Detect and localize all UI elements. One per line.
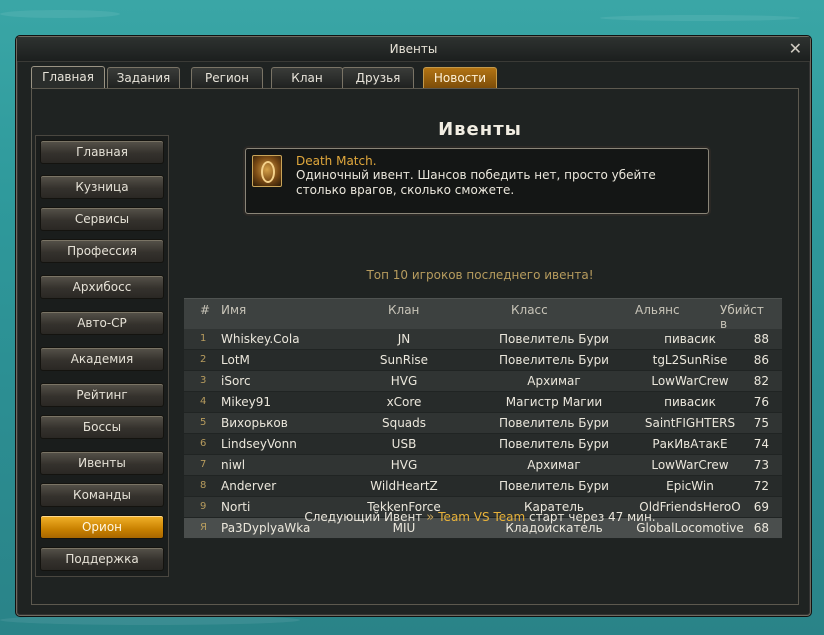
leaderboard-title: Топ 10 игроков последнего ивента! (366, 268, 594, 282)
page-title: Ивенты (438, 119, 522, 140)
cell-name: Anderver (221, 479, 277, 493)
sidebar-item-main[interactable]: Главная (40, 140, 164, 164)
sidebar-item-teams[interactable]: Команды (40, 483, 164, 507)
cell-rank: 4 (200, 396, 207, 407)
sidebar-item-support[interactable]: Поддержка (40, 547, 164, 571)
sidebar-item-profession[interactable]: Профессия (40, 239, 164, 263)
sidebar-item-events[interactable]: Ивенты (40, 451, 164, 475)
header-kills: Убийств (720, 303, 764, 331)
sidebar-item-rating[interactable]: Рейтинг (40, 383, 164, 407)
cell-name: Вихорьков (221, 416, 288, 430)
next-event-name: Team VS Team (438, 510, 526, 524)
cell-name: Mikey91 (221, 395, 271, 409)
content-panel: Главная Кузница Сервисы Профессия Архибо… (31, 88, 799, 605)
sidebar-item-bosses[interactable]: Боссы (40, 415, 164, 439)
sidebar-item-academy[interactable]: Академия (40, 347, 164, 371)
cell-rank: 6 (200, 438, 207, 449)
next-event-time: старт через 47 мин. (528, 510, 656, 524)
table-row[interactable]: 6 LindseyVonn USB Повелитель Бури РакИвАтакЕ… (184, 434, 782, 455)
water-highlight (0, 10, 120, 18)
sidebar-item-forge[interactable]: Кузница (40, 175, 164, 199)
table-row[interactable]: 2 LotM SunRise Повелитель Бури tgL2SunRise 86 (184, 350, 782, 371)
tab-quests[interactable]: Задания (107, 67, 180, 88)
table-body: 1 Whiskey.Cola JN Повелитель Бури пивасик 88 2… (184, 329, 782, 539)
cell-kills: 73 (753, 458, 769, 472)
header-clan: Клан (388, 303, 420, 317)
cell-kills: 88 (753, 332, 769, 346)
cell-name: LindseyVonn (221, 437, 297, 451)
sidebar-item-services[interactable]: Сервисы (40, 207, 164, 231)
header-alliance: Альянс (635, 303, 680, 317)
cell-clan: Squads (381, 416, 427, 430)
cell-clan: JN (397, 332, 411, 346)
cell-rank: 1 (200, 333, 207, 344)
sidebar-item-orion[interactable]: Орион (40, 515, 164, 539)
event-emblem-icon (252, 155, 282, 187)
cell-clan: SunRise (379, 353, 429, 367)
tab-main[interactable]: Главная (31, 66, 105, 89)
close-icon[interactable]: ✕ (789, 39, 802, 58)
cell-rank: 8 (200, 480, 207, 491)
header-rank: # (200, 303, 211, 317)
table-header: # Имя Клан Класс Альянс Убийств (184, 298, 782, 331)
window-title: Ивенты (389, 42, 438, 56)
double-chevron-icon: » (426, 510, 435, 525)
cell-kills: 72 (753, 479, 769, 493)
leaderboard-table: # Имя Клан Класс Альянс Убийств 1 Whiskey… (184, 298, 782, 539)
cell-rank: 7 (200, 459, 207, 470)
cell-name: iSorc (221, 374, 251, 388)
tab-friends[interactable]: Друзья (342, 67, 414, 88)
sidebar-item-archboss[interactable]: Архибосс (40, 275, 164, 299)
cell-kills: 75 (753, 416, 769, 430)
cell-kills: 82 (753, 374, 769, 388)
cell-rank: 5 (200, 417, 207, 428)
cell-name: niwl (221, 458, 246, 472)
table-row[interactable]: 5 Вихорьков Squads Повелитель Бури SaintFIGH… (184, 413, 782, 434)
cell-clan: USB (391, 437, 417, 451)
cell-clan: WildHeartZ (370, 479, 438, 493)
tab-news[interactable]: Новости (423, 67, 497, 88)
water-highlight (0, 615, 300, 625)
events-window: Ивенты ✕ Главная Задания Регион Клан Дру… (16, 36, 811, 616)
table-row[interactable]: 3 iSorc HVG Архимаг LowWarCrew 82 (184, 371, 782, 392)
event-info-box: Death Match. Одиночный ивент. Шансов поб… (245, 148, 709, 214)
next-event-label: Следующий Ивент (304, 510, 423, 524)
table-row[interactable]: 1 Whiskey.Cola JN Повелитель Бури пивасик 88 (184, 329, 782, 350)
table-row[interactable]: 8 Anderver WildHeartZ Повелитель Бури EpicWi… (184, 476, 782, 497)
cell-clan: xCore (386, 395, 422, 409)
event-name: Death Match. (296, 154, 377, 168)
cell-rank: 3 (200, 375, 207, 386)
next-event: Следующий Ивент» Team VS Team старт через… (182, 510, 778, 525)
window-titlebar[interactable]: Ивенты ✕ (17, 37, 810, 62)
cell-kills: 76 (753, 395, 769, 409)
cell-clan: HVG (390, 374, 418, 388)
header-name: Имя (221, 303, 247, 317)
water-highlight (600, 15, 800, 21)
tab-region[interactable]: Регион (191, 67, 263, 88)
sidebar-item-auto-cp[interactable]: Авто-СР (40, 311, 164, 335)
cell-kills: 86 (753, 353, 769, 367)
sidebar: Главная Кузница Сервисы Профессия Архибо… (35, 135, 169, 577)
cell-kills: 74 (753, 437, 769, 451)
cell-name: LotM (221, 353, 250, 367)
event-description: Одиночный ивент. Шансов победить нет, пр… (296, 168, 656, 197)
header-class: Класс (511, 303, 548, 317)
table-row[interactable]: 4 Mikey91 xCore Магистр Магии пивасик 76 (184, 392, 782, 413)
table-row[interactable]: 7 niwl HVG Архимаг LowWarCrew 73 (184, 455, 782, 476)
cell-name: Whiskey.Cola (221, 332, 300, 346)
cell-rank: 2 (200, 354, 207, 365)
cell-clan: HVG (390, 458, 418, 472)
tab-clan[interactable]: Клан (271, 67, 343, 88)
